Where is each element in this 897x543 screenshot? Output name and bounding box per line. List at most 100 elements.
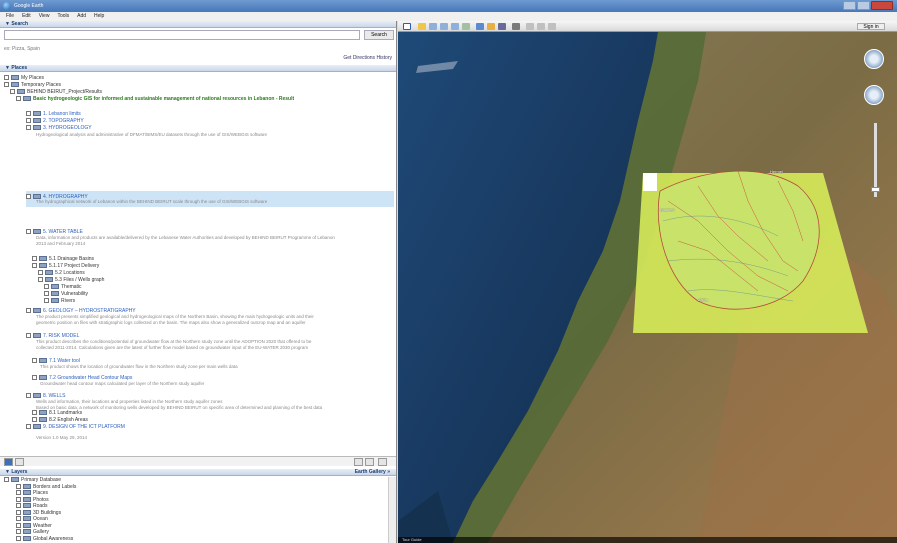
close-button[interactable] [871,1,893,10]
tree-item[interactable]: 5.2 Locations [38,270,85,276]
checkbox[interactable] [10,89,15,95]
checkbox[interactable] [16,522,21,528]
places-header[interactable]: ▼ Places [0,65,396,72]
checkbox[interactable] [44,284,49,290]
sun-icon[interactable] [487,23,495,30]
search-button[interactable]: Search [364,30,394,40]
checkbox[interactable] [16,516,21,522]
image-overlay-icon[interactable] [451,23,459,30]
tree-item[interactable]: 9. DESIGN OF THE ICT PLATFORM [26,424,125,430]
search-links[interactable]: Get Directions History [343,55,392,61]
checkbox[interactable] [26,308,31,314]
historical-imagery-icon[interactable] [476,23,484,30]
checkbox[interactable] [32,410,37,416]
earth-map[interactable] [398,21,897,543]
signin-button[interactable]: Sign in [857,23,885,30]
checkbox[interactable] [4,82,9,88]
checkbox[interactable] [44,291,49,297]
print-icon[interactable] [537,23,545,30]
checkbox[interactable] [38,270,43,276]
checkbox[interactable] [32,417,37,423]
zoom-knob[interactable] [871,187,880,192]
tree-item[interactable]: Vulnerability [44,291,88,297]
search-places-icon[interactable] [4,458,13,466]
layer-item[interactable]: Borders and Labels [16,484,76,490]
tree-item[interactable]: 5.1.17 Project Delivery [32,263,99,269]
tour-icon[interactable] [378,458,387,466]
tree-item[interactable]: 8.1 Landmarks [32,410,82,416]
polygon-icon[interactable] [429,23,437,30]
tree-item[interactable]: Thematic [44,284,82,290]
layer-item[interactable]: Photos [16,497,49,503]
checkbox[interactable] [32,358,37,364]
earth-view[interactable]: Sign in Baalbek Hermel Zahle Tour Guide [398,21,897,543]
email-icon[interactable] [526,23,534,30]
checkbox[interactable] [32,375,37,381]
checkbox[interactable] [26,333,31,339]
menu-add[interactable]: Add [77,12,86,21]
layer-item[interactable]: Gallery [16,529,49,535]
move-control-icon[interactable] [864,85,884,105]
placemark-icon[interactable] [418,23,426,30]
tree-item[interactable]: Rivers [44,298,75,304]
menu-file[interactable]: File [6,12,14,21]
checkbox[interactable] [16,496,21,502]
tree-item[interactable]: 5.1 Drainage Basins [32,256,94,262]
tree-item[interactable]: Basic hydrogeologic GIS for informed and… [16,96,294,102]
layer-item[interactable]: Weather [16,523,52,529]
up-arrow-icon[interactable] [354,458,363,466]
checkbox[interactable] [16,503,21,509]
tree-item[interactable]: BEHIND BEIRUT_Project/Results [10,89,102,95]
checkbox[interactable] [26,118,31,124]
checkbox[interactable] [26,111,31,117]
menu-tools[interactable]: Tools [57,12,69,21]
layer-item[interactable]: Places [16,490,48,496]
tree-item[interactable]: My Places [4,75,44,81]
layer-item[interactable]: 3D Buildings [16,510,61,516]
maps-icon[interactable] [548,23,556,30]
checkbox[interactable] [32,256,37,262]
tree-item[interactable]: 3. HYDROGEOLOGY [26,125,92,131]
checkbox[interactable] [26,229,31,235]
layer-item[interactable]: Primary Database [4,477,61,483]
layer-item[interactable]: Ocean [16,516,48,522]
layer-item[interactable]: Roads [16,503,47,509]
tree-item[interactable]: 5.3 Files / Wells graph [38,277,104,283]
checkbox[interactable] [16,509,21,515]
checkbox[interactable] [26,393,31,399]
tree-item[interactable]: 8.2 English Areas [32,417,88,423]
checkbox[interactable] [38,277,43,283]
tree-item[interactable]: 2. TOPOGRAPHY [26,118,84,124]
path-icon[interactable] [440,23,448,30]
search-input[interactable] [4,30,360,40]
search-header[interactable]: ▼ Search [0,21,396,28]
down-arrow-icon[interactable] [365,458,374,466]
checkbox[interactable] [16,529,21,535]
checkbox[interactable] [16,96,21,102]
menu-view[interactable]: View [39,12,50,21]
checkbox[interactable] [44,298,49,304]
checkbox[interactable] [26,194,31,200]
tree-item[interactable]: 1. Lebanon limits [26,111,81,117]
earth-gallery-button[interactable]: Earth Gallery » [355,469,390,476]
panel-toggle-icon[interactable] [15,458,24,466]
checkbox[interactable] [26,424,31,430]
tree-item[interactable]: Temporary Places [4,82,61,88]
menu-edit[interactable]: Edit [22,12,31,21]
layers-scrollbar[interactable] [388,477,396,543]
sidebar-toggle-icon[interactable] [403,23,411,30]
layer-item[interactable]: Global Awareness [16,536,73,542]
menu-help[interactable]: Help [94,12,104,21]
ruler-icon[interactable] [512,23,520,30]
record-tour-icon[interactable] [462,23,470,30]
look-control-icon[interactable] [864,49,884,69]
planets-icon[interactable] [498,23,506,30]
checkbox[interactable] [16,490,21,496]
minimize-button[interactable] [843,1,856,10]
checkbox[interactable] [26,125,31,131]
zoom-slider[interactable] [871,123,880,197]
checkbox[interactable] [4,477,9,483]
checkbox[interactable] [16,483,21,489]
checkbox[interactable] [4,75,9,81]
checkbox[interactable] [32,263,37,269]
